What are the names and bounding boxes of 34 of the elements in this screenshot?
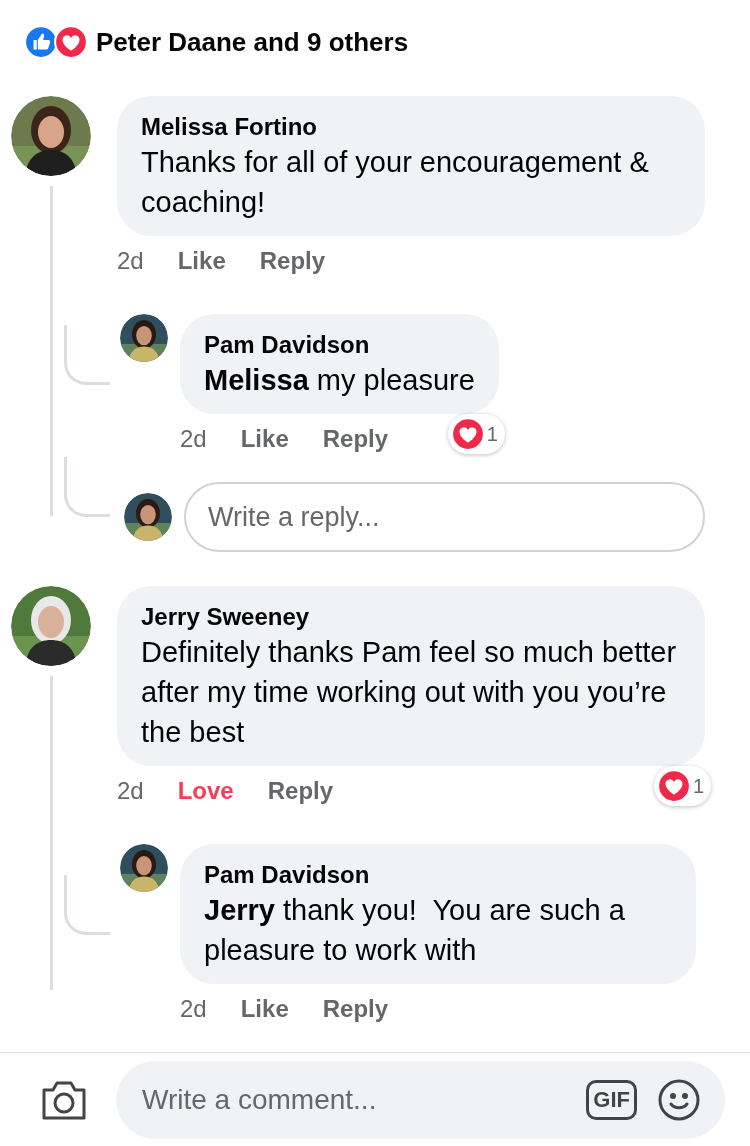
reaction-badge[interactable]: 1 [653, 766, 711, 806]
comment-text: Melissa my pleasure [204, 363, 475, 398]
smiley-icon[interactable] [657, 1077, 701, 1122]
thumbs-up-icon [24, 25, 58, 59]
action-link[interactable]: Love [177, 773, 234, 809]
reply-field[interactable]: Write a reply... [184, 482, 705, 552]
timestamp: 2d [117, 246, 144, 276]
timestamp: 2d [180, 994, 207, 1024]
action-link[interactable]: Like [177, 243, 226, 279]
comment-text: Jerry thank you! You are such a pleasure to work with [204, 893, 626, 968]
action-link[interactable]: Reply [322, 421, 389, 457]
thread-line [64, 875, 110, 935]
author-name[interactable]: Jerry Sweeney [141, 602, 681, 632]
action-link[interactable]: Like [240, 421, 289, 457]
author-name[interactable]: Melissa Fortino [141, 112, 681, 142]
action-link[interactable]: Reply [259, 243, 326, 279]
reaction-count: 1 [486, 422, 498, 447]
comment-text: Thanks for all of your encouragement & coaching! [141, 145, 650, 220]
thread-line [64, 457, 110, 517]
thread-line [64, 325, 110, 385]
reaction-summary[interactable]: Peter Daane and 9 others [96, 22, 409, 62]
action-link[interactable]: Reply [322, 991, 389, 1027]
reaction-badge[interactable]: 1 [447, 414, 505, 454]
author-name[interactable]: Pam Davidson [204, 330, 475, 360]
reaction-count: 1 [692, 774, 704, 799]
gif-button[interactable]: GIF [586, 1079, 637, 1120]
author-name[interactable]: Pam Davidson [204, 860, 672, 890]
comment-placeholder: Write a comment... [142, 1082, 378, 1117]
comment-text: Definitely thanks Pam feel so much better after my time working out with you you’re the best [141, 635, 678, 750]
timestamp: 2d [180, 424, 207, 454]
action-link[interactable]: Like [240, 991, 289, 1027]
timestamp: 2d [117, 776, 144, 806]
comment-field[interactable]: Write a comment... GIF [116, 1060, 725, 1139]
action-link[interactable]: Reply [267, 773, 334, 809]
